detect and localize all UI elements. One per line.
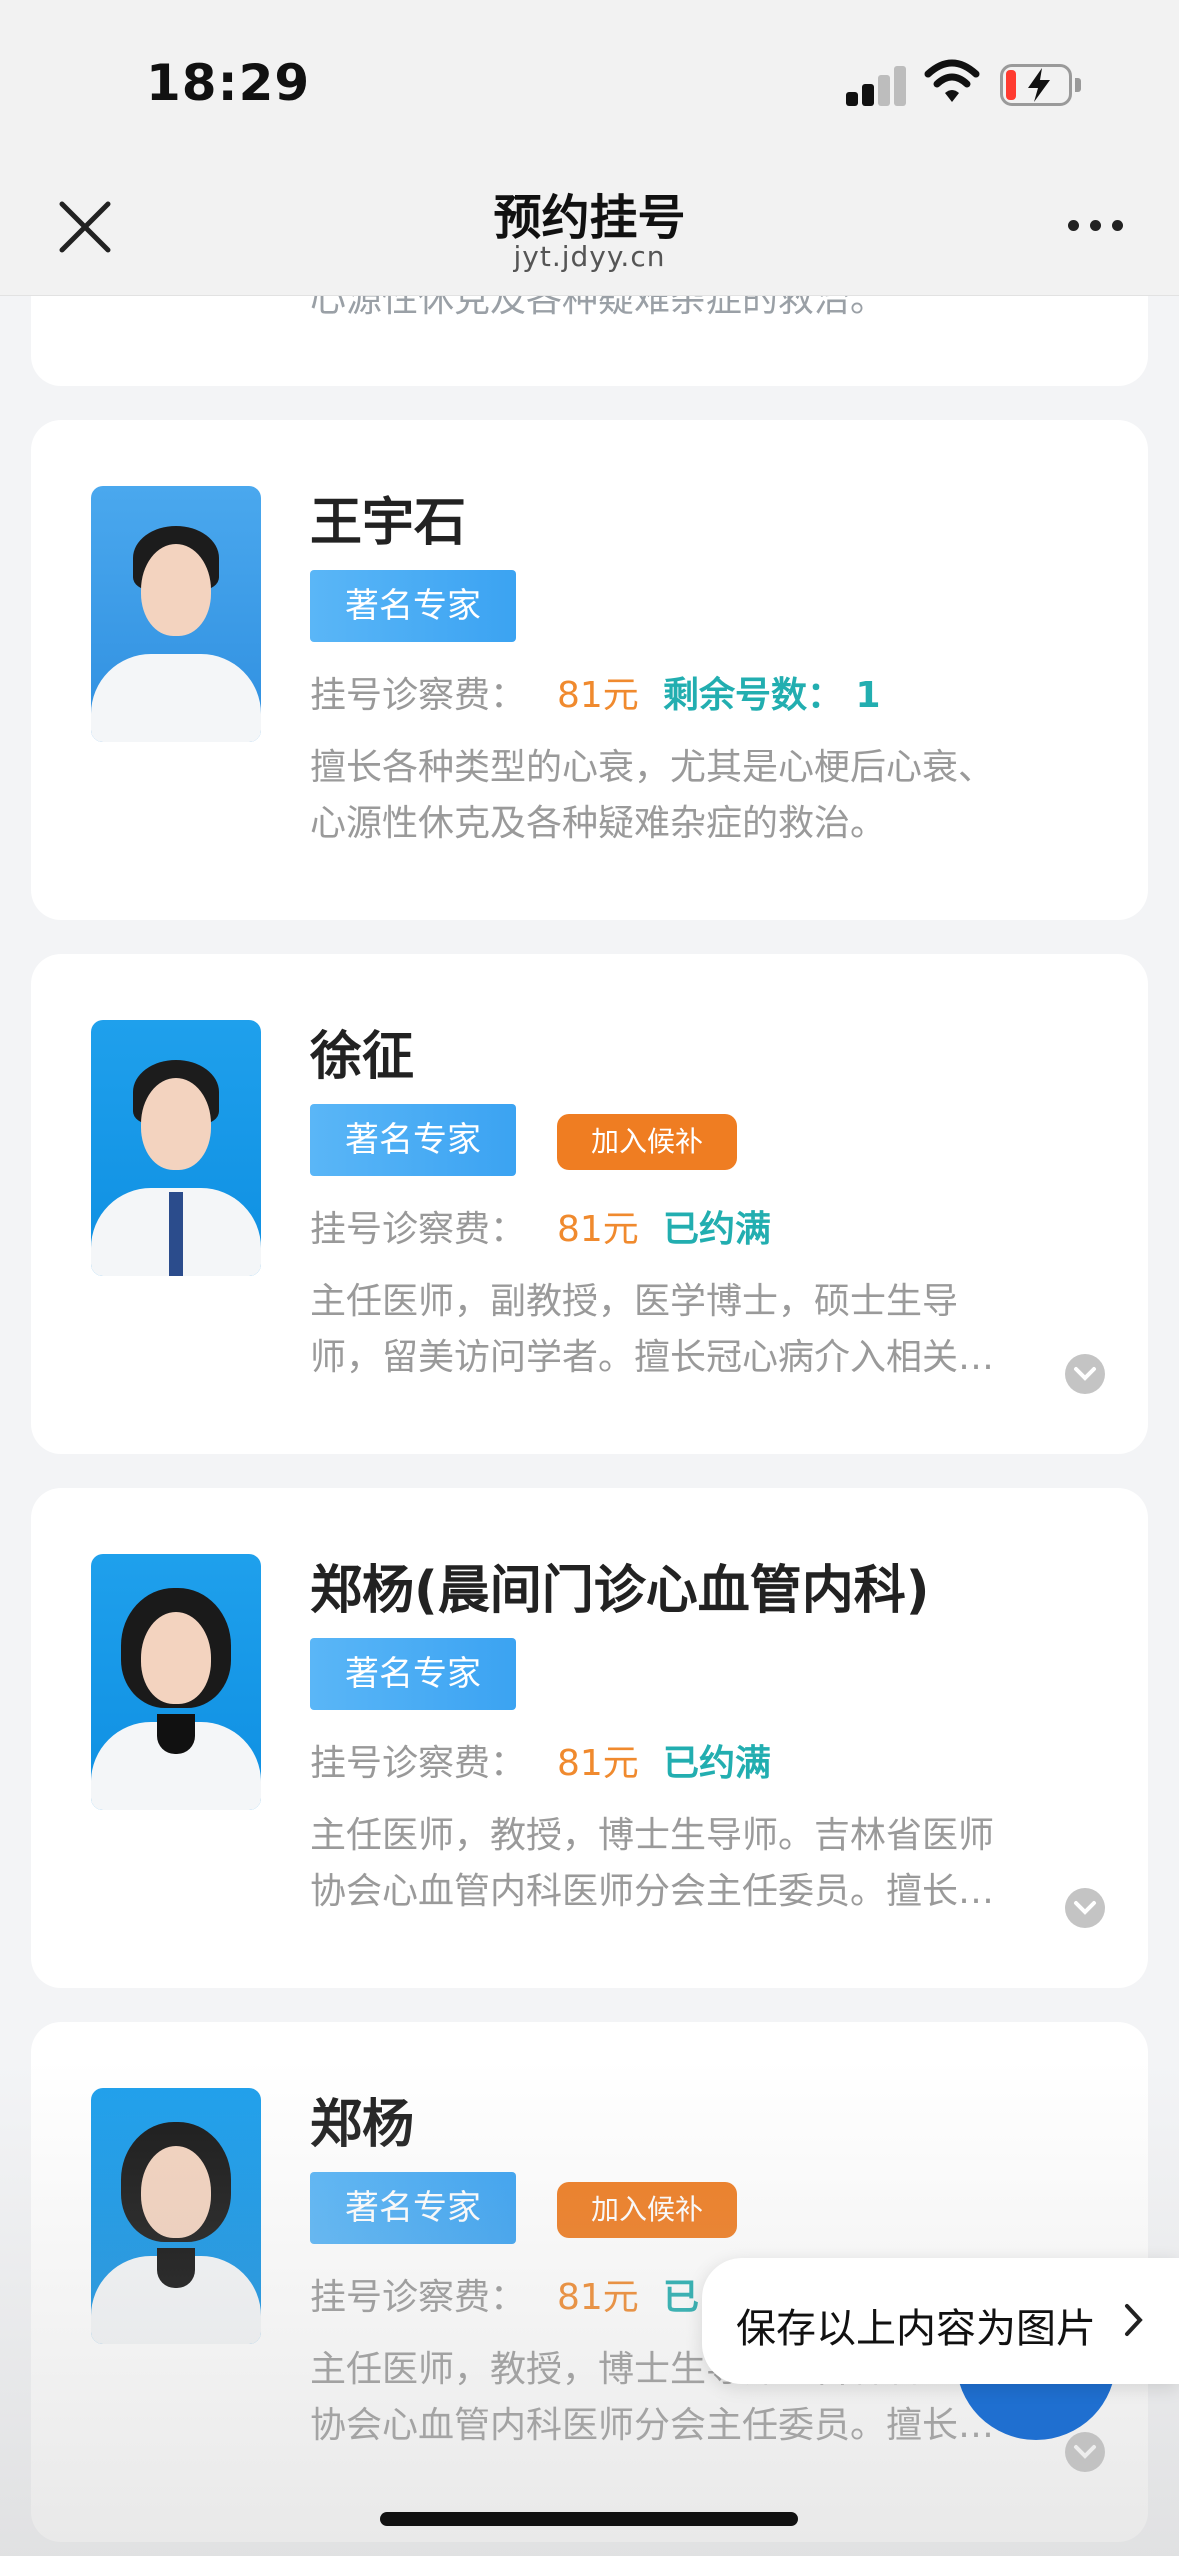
fee-label: 挂号诊察费： — [310, 675, 527, 716]
wifi-icon — [924, 59, 980, 102]
fee-value: 81元 — [557, 1743, 639, 1784]
page-title: 预约挂号 — [493, 190, 686, 246]
save-as-image-toast[interactable]: 保存以上内容为图片 — [702, 2258, 1179, 2384]
doctor-name: 徐征 — [310, 1027, 415, 1087]
fee-label: 挂号诊察费： — [310, 1743, 527, 1784]
battery-icon — [1000, 64, 1082, 106]
join-waitlist-button[interactable]: 加入候补 — [557, 1114, 737, 1170]
doctor-description: 擅长各种类型的心衰，尤其是心梗后心衰、 心源性休克及各种疑难杂症的救治。 — [310, 740, 1100, 852]
more-options-icon[interactable] — [1066, 214, 1126, 238]
top-bar: 18:29 预约挂号 jyt.jdyy.cn — [0, 0, 1179, 296]
fee-value: 81元 — [557, 2277, 639, 2318]
doctor-card[interactable]: 徐征 著名专家 加入候补 挂号诊察费： 81元 已约满 主任医师，副教授，医学博… — [31, 954, 1148, 1454]
fee-label: 挂号诊察费： — [310, 1209, 527, 1250]
doctor-name: 王宇石 — [310, 493, 467, 553]
doctor-description: 主任医师，教授，博士生导师。吉林省医师 协会心血管内科医师分会主任委员。擅长… — [310, 1808, 1100, 1920]
doctor-photo — [91, 1554, 261, 1810]
fee-value: 81元 — [557, 675, 639, 716]
description-line: 主任医师，教授，博士生导师。吉林省医师 — [310, 1815, 995, 1856]
doctor-photo — [91, 2088, 261, 2344]
expert-badge: 著名专家 — [310, 2172, 516, 2244]
description-line: 协会心血管内科医师分会主任委员。擅长… — [310, 1871, 995, 1912]
description-line: 擅长各种类型的心衰，尤其是心梗后心衰、 — [310, 747, 995, 788]
doctor-photo — [91, 1020, 261, 1276]
doctor-name: 郑杨 — [310, 2095, 415, 2155]
expert-badge: 著名专家 — [310, 1638, 516, 1710]
page-domain: jyt.jdyy.cn — [513, 240, 666, 273]
remaining-slots: 剩余号数： 1 — [663, 675, 881, 716]
doctor-card[interactable]: 郑杨(晨间门诊心血管内科) 著名专家 挂号诊察费： 81元 已约满 主任医师，教… — [31, 1488, 1148, 1988]
expand-chevron-icon[interactable] — [1065, 2432, 1105, 2472]
description-line: 主任医师，副教授，医学博士，硕士生导 — [310, 1281, 959, 1322]
cellular-signal-icon — [846, 64, 908, 106]
fee-label: 挂号诊察费： — [310, 2277, 527, 2318]
description-line: 师，留美访问学者。擅长冠心病介入相关… — [310, 1337, 995, 1378]
fee-value: 81元 — [557, 1209, 639, 1250]
expert-badge: 著名专家 — [310, 1104, 516, 1176]
chevron-right-icon — [1125, 2304, 1143, 2336]
fully-booked-status: 已约满 — [663, 1209, 772, 1250]
description-line: 心源性休克及各种疑难杂症的救治。 — [310, 803, 887, 844]
status-time: 18:29 — [146, 54, 311, 112]
home-indicator[interactable] — [380, 2512, 798, 2526]
fully-booked-status: 已 — [663, 2277, 700, 2318]
expand-chevron-icon[interactable] — [1065, 1888, 1105, 1928]
doctor-description: 主任医师，副教授，医学博士，硕士生导 师，留美访问学者。擅长冠心病介入相关… — [310, 1274, 1100, 1386]
join-waitlist-button[interactable]: 加入候补 — [557, 2182, 737, 2238]
appointment-page: 18:29 预约挂号 jyt.jdyy.cn 心源性休克及各种疑难杂症的救治。 … — [0, 0, 1179, 2556]
expand-chevron-icon[interactable] — [1065, 1354, 1105, 1394]
fully-booked-status: 已约满 — [663, 1743, 772, 1784]
expert-badge: 著名专家 — [310, 570, 516, 642]
doctor-card[interactable]: 王宇石 著名专家 挂号诊察费： 81元 剩余号数： 1 擅长各种类型的心衰，尤其… — [31, 420, 1148, 920]
description-line: 协会心血管内科医师分会主任委员。擅长… — [310, 2405, 995, 2446]
doctor-name: 郑杨(晨间门诊心血管内科) — [310, 1561, 930, 1621]
doctor-photo — [91, 486, 261, 742]
save-as-image-label: 保存以上内容为图片 — [736, 2306, 1096, 2352]
